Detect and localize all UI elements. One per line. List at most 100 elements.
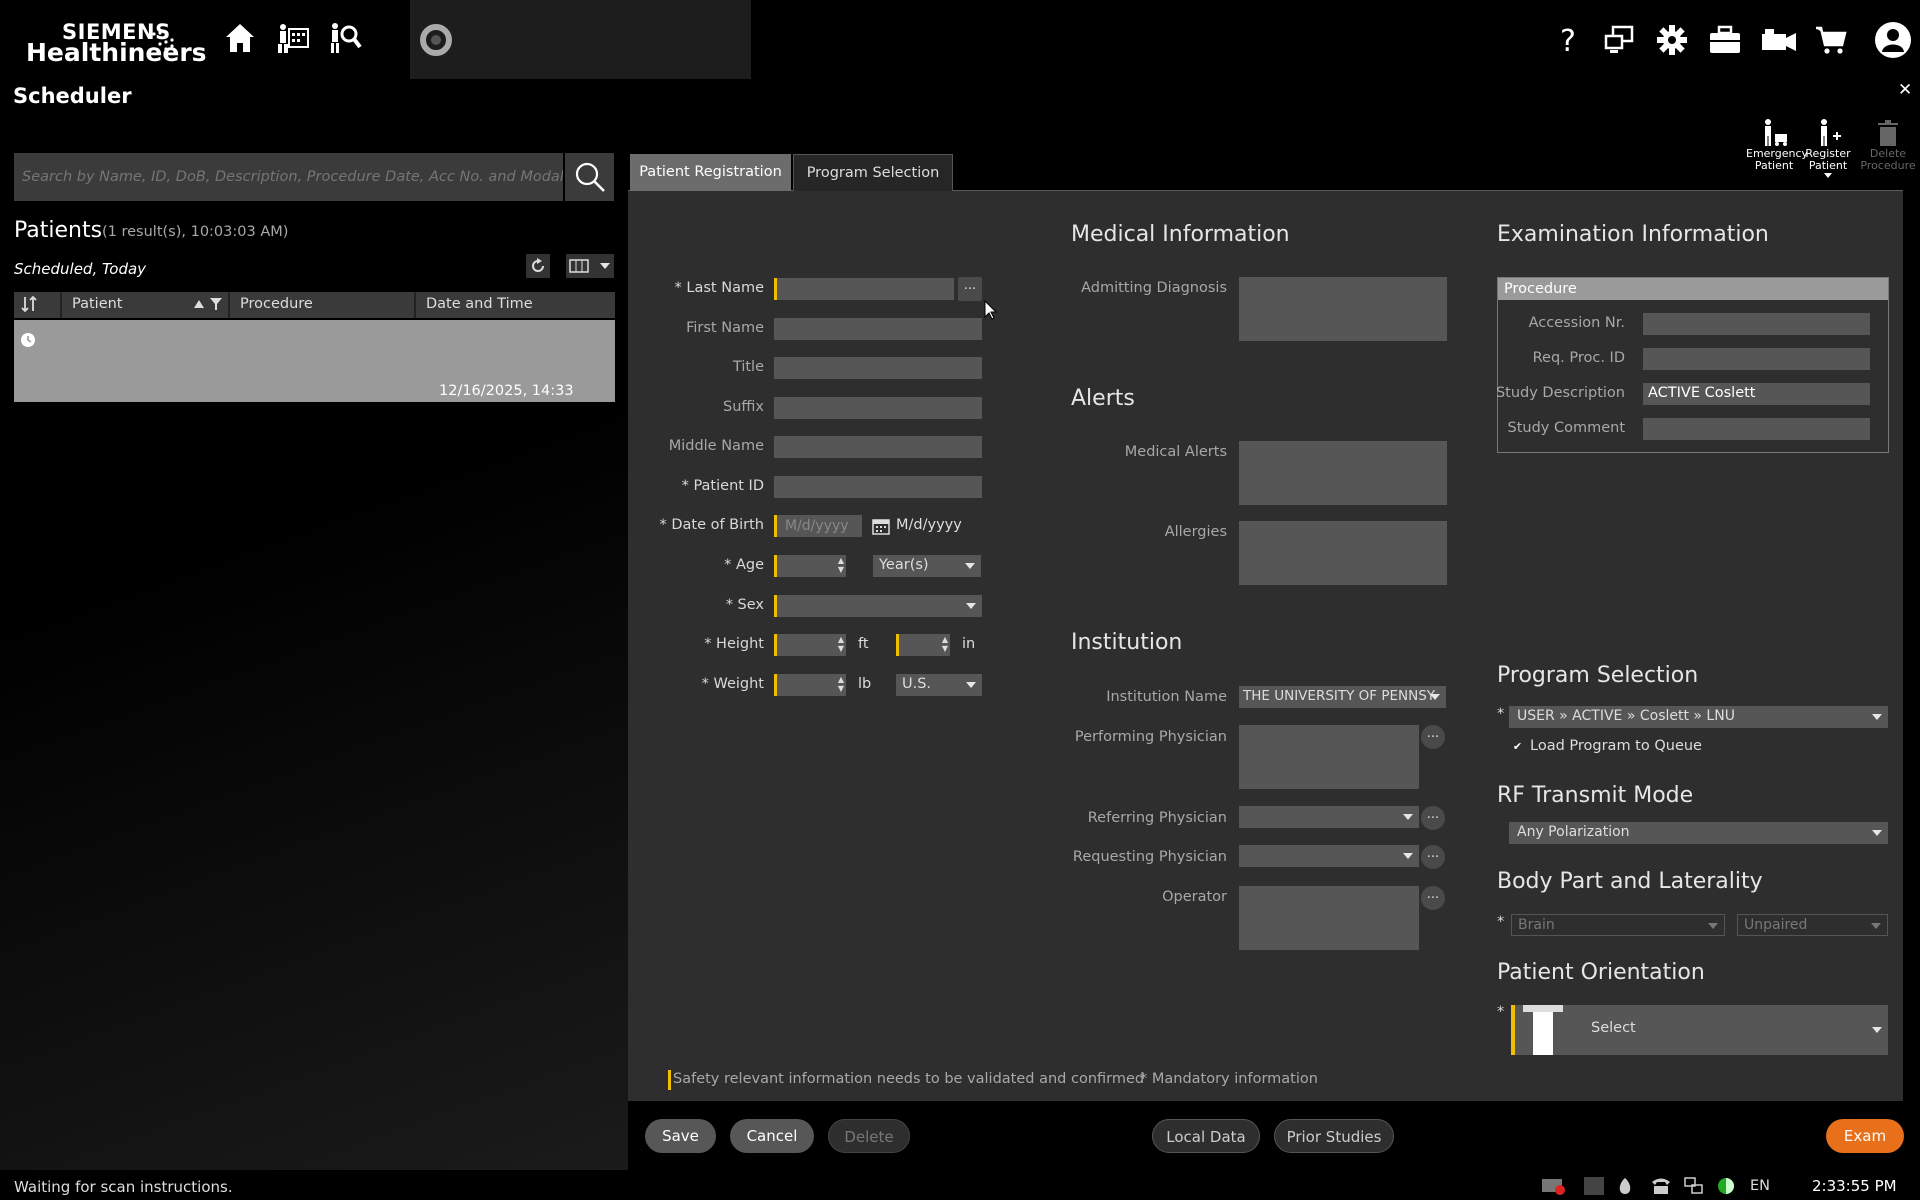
- camera-icon[interactable]: [1760, 24, 1798, 56]
- column-date-time[interactable]: Date and Time: [426, 296, 533, 312]
- first-name-field[interactable]: [774, 318, 982, 340]
- dob-field[interactable]: M/d/yyyy: [774, 515, 862, 537]
- column-view-dropdown[interactable]: [566, 254, 614, 278]
- register-patient-icon: [1813, 118, 1852, 148]
- user-icon[interactable]: [1874, 21, 1912, 59]
- chevron-down-icon: [1871, 923, 1881, 929]
- scheduler-icon[interactable]: [274, 20, 310, 56]
- stepper-icon[interactable]: ▲ ▼: [838, 675, 844, 693]
- register-patient-button[interactable]: Register Patient: [1804, 118, 1852, 178]
- delete-button[interactable]: Delete: [828, 1119, 910, 1153]
- req-proc-id-field[interactable]: [1643, 348, 1870, 370]
- suffix-field[interactable]: [774, 397, 982, 419]
- save-button[interactable]: Save: [645, 1119, 716, 1153]
- requesting-physician-lookup[interactable]: ...: [1421, 845, 1445, 869]
- height-ft-field[interactable]: ▲ ▼: [774, 634, 846, 656]
- cancel-button[interactable]: Cancel: [730, 1119, 814, 1153]
- sex-select[interactable]: [774, 595, 982, 617]
- tab-program-selection[interactable]: Program Selection: [793, 154, 953, 191]
- column-procedure[interactable]: Procedure: [240, 296, 313, 312]
- tab-patient-registration[interactable]: Patient Registration: [630, 154, 791, 191]
- sort-icon[interactable]: [20, 294, 38, 314]
- local-data-button[interactable]: Local Data: [1152, 1119, 1260, 1153]
- operator-field[interactable]: [1239, 886, 1419, 950]
- operator-lookup[interactable]: ...: [1421, 886, 1445, 910]
- refresh-button[interactable]: [526, 254, 550, 278]
- study-description-field[interactable]: ACTIVE Coslett: [1643, 383, 1870, 405]
- tray-network-icon[interactable]: [1683, 1176, 1705, 1196]
- performing-physician-lookup[interactable]: ...: [1421, 725, 1445, 749]
- exam-ring-icon[interactable]: [418, 22, 454, 58]
- calendar-icon[interactable]: [872, 517, 890, 535]
- admitting-diagnosis-field[interactable]: [1239, 277, 1447, 341]
- delete-label-2: Procedure: [1860, 159, 1916, 172]
- body-part-heading: Body Part and Laterality: [1497, 869, 1763, 894]
- network-icon[interactable]: [1540, 1176, 1566, 1196]
- close-icon[interactable]: ✕: [1898, 80, 1912, 100]
- home-icon[interactable]: [222, 20, 258, 56]
- rf-transmit-select[interactable]: Any Polarization: [1509, 822, 1888, 844]
- performing-physician-field[interactable]: [1239, 725, 1419, 789]
- filter-icon[interactable]: [210, 298, 222, 310]
- refresh-icon: [529, 257, 547, 275]
- age-label: * Age: [724, 557, 764, 573]
- weight-system-select[interactable]: U.S.: [896, 674, 982, 696]
- last-name-field[interactable]: [774, 278, 954, 300]
- referring-physician-select[interactable]: [1239, 806, 1419, 828]
- program-path-select[interactable]: USER » ACTIVE » Coslett » LNU: [1509, 706, 1888, 728]
- institution-name-select[interactable]: THE UNIVERSITY OF PENNSY: [1239, 686, 1446, 708]
- helium-icon[interactable]: [1614, 1176, 1636, 1196]
- table-row[interactable]: 12/16/2025, 14:33: [14, 320, 615, 402]
- patient-id-field[interactable]: [774, 476, 982, 498]
- age-unit-value: Year(s): [879, 557, 929, 573]
- tray-window-icon[interactable]: [1584, 1177, 1604, 1195]
- requesting-physician-select[interactable]: [1239, 845, 1419, 867]
- load-program-checkbox[interactable]: ✔: [1511, 740, 1524, 753]
- emergency-patient-button[interactable]: Emergency Patient: [1746, 118, 1808, 172]
- medical-alerts-label: Medical Alerts: [1124, 444, 1227, 460]
- gear-icon[interactable]: [1656, 24, 1688, 56]
- cart-icon[interactable]: [1814, 24, 1848, 56]
- institution-heading: Institution: [1071, 630, 1183, 655]
- exam-button[interactable]: Exam: [1826, 1119, 1904, 1153]
- display-icon[interactable]: [1603, 24, 1635, 56]
- institution-name-label: Institution Name: [1106, 689, 1227, 705]
- height-in-unit: in: [962, 636, 976, 652]
- age-field[interactable]: ▲ ▼: [774, 555, 846, 577]
- status-green-icon[interactable]: [1716, 1176, 1736, 1196]
- language-indicator[interactable]: EN: [1750, 1178, 1770, 1194]
- last-name-lookup-button[interactable]: ...: [958, 277, 982, 301]
- stepper-icon[interactable]: ▲ ▼: [942, 635, 948, 653]
- height-label: * Height: [704, 636, 764, 652]
- title-field[interactable]: [774, 357, 982, 379]
- search-input[interactable]: [14, 153, 563, 201]
- exam-info-heading: Examination Information: [1497, 222, 1769, 247]
- height-in-field[interactable]: ▲ ▼: [896, 634, 950, 656]
- help-icon[interactable]: ?: [1556, 24, 1580, 56]
- search-button[interactable]: [565, 153, 614, 201]
- study-comment-field[interactable]: [1643, 418, 1870, 440]
- toolbox-icon[interactable]: [1708, 24, 1742, 56]
- body-part-select[interactable]: Brain: [1511, 914, 1725, 936]
- medical-alerts-field[interactable]: [1239, 441, 1447, 505]
- age-unit-select[interactable]: Year(s): [873, 555, 981, 577]
- stepper-icon[interactable]: ▲ ▼: [838, 556, 844, 574]
- patient-browser-icon[interactable]: [327, 20, 363, 56]
- middle-name-field[interactable]: [774, 436, 982, 458]
- allergies-field[interactable]: [1239, 521, 1447, 585]
- phone-icon[interactable]: [1650, 1176, 1672, 1196]
- stepper-icon[interactable]: ▲ ▼: [838, 635, 844, 653]
- column-patient[interactable]: Patient: [72, 296, 123, 312]
- delete-procedure-button[interactable]: Delete Procedure: [1860, 118, 1916, 172]
- accession-field[interactable]: [1643, 313, 1870, 335]
- chevron-down-icon: [1872, 830, 1882, 836]
- sort-asc-icon[interactable]: [194, 300, 204, 308]
- patient-orientation-select[interactable]: Select: [1511, 1005, 1888, 1055]
- referring-physician-lookup[interactable]: ...: [1421, 806, 1445, 830]
- active-exam-tab[interactable]: [410, 0, 751, 79]
- prior-studies-button[interactable]: Prior Studies: [1274, 1119, 1394, 1153]
- laterality-select[interactable]: Unpaired: [1737, 914, 1888, 936]
- weight-field[interactable]: ▲ ▼: [774, 674, 846, 696]
- admitting-diagnosis-label: Admitting Diagnosis: [1081, 280, 1227, 296]
- chevron-down-icon: [600, 263, 610, 269]
